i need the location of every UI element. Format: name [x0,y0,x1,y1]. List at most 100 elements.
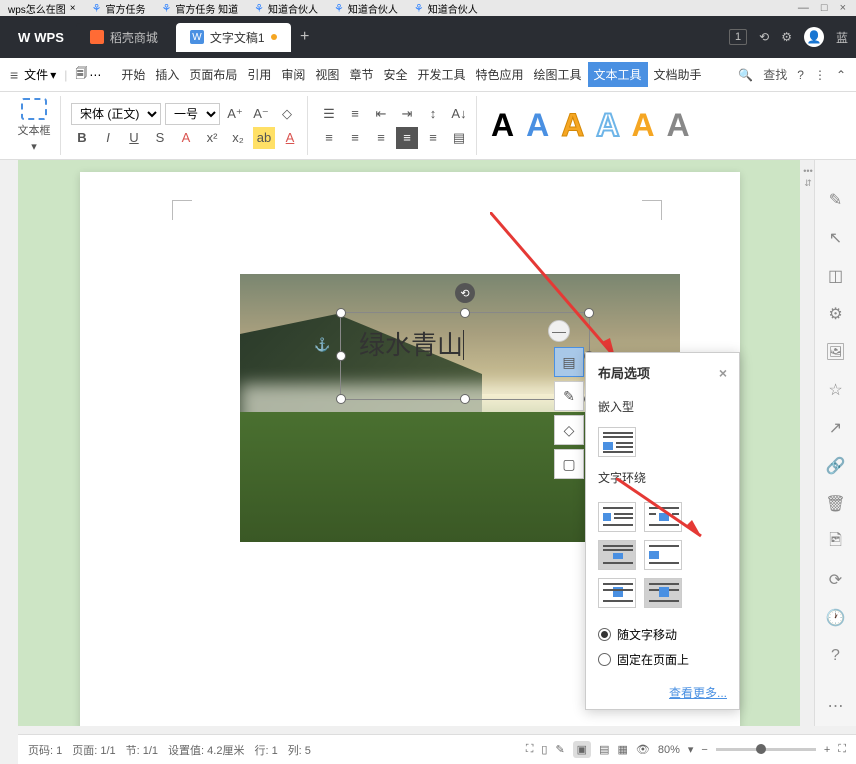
menu-text-tools[interactable]: 文本工具 [588,62,648,87]
close-button[interactable]: × [840,2,846,14]
indent-right-button[interactable]: ⇥ [396,103,418,125]
menu-start[interactable]: 开始 [117,62,149,87]
wordart-style-6[interactable]: A [667,107,690,144]
see-more-link[interactable]: 查看更多... [586,676,739,709]
maximize-button[interactable]: □ [821,2,828,14]
zoom-slider[interactable] [716,748,816,751]
file-menu[interactable]: 文件▾ [24,66,56,83]
wrap-square-option[interactable] [598,502,636,532]
shape-outline-button[interactable]: ▢ [554,449,584,479]
more-icon[interactable]: ⋯ [89,68,101,82]
menu-reference[interactable]: 引用 [243,62,275,87]
wordart-style-1[interactable]: A [491,107,514,144]
wrap-inline-option[interactable] [598,427,636,457]
select-icon[interactable]: ↖ [826,228,846,248]
columns-button[interactable]: ▤ [448,127,470,149]
wrap-topbottom-option[interactable] [644,540,682,570]
fixed-position-radio[interactable]: 固定在页面上 [598,651,727,668]
wrap-tight-option[interactable] [644,502,682,532]
spacing-button[interactable]: ↕ [422,103,444,125]
zoom-level[interactable]: 80% [658,744,680,756]
menu-section[interactable]: 章节 [345,62,377,87]
minimize-button[interactable]: — [798,2,809,14]
strikethrough-button[interactable]: S [149,127,171,149]
wordart-style-4[interactable]: A [596,107,619,144]
settings-tool-icon[interactable]: ⚙ [826,304,846,324]
menu-review[interactable]: 审阅 [277,62,309,87]
image-icon[interactable]: 🖻 [826,532,846,552]
distribute-button[interactable]: ≡ [422,127,444,149]
wrap-behind-option[interactable] [598,578,636,608]
document-canvas[interactable]: ⚓ ⟲ 绿水青山 — ▤ ✎ ◇ ▢ 布局选项 × 嵌入型 [18,160,800,726]
font-color-button[interactable]: A [279,127,301,149]
refresh-icon[interactable]: ⟳ [826,570,846,590]
layout-options-button[interactable]: ▤ [554,347,584,377]
format-painter-button[interactable]: ✎ [554,381,584,411]
eye-icon[interactable]: 👁 [636,743,650,756]
save-icon[interactable]: 🗐 [75,64,87,85]
menu-draw[interactable]: 绘图工具 [530,62,586,87]
rotate-handle[interactable]: ⟲ [455,283,475,303]
help-icon[interactable]: ? [797,68,804,82]
more-menu-icon[interactable]: ⋮ [814,68,826,82]
settings-icon[interactable]: ⚙ [781,30,792,44]
history-icon[interactable]: 🕐 [826,608,846,628]
menu-dev[interactable]: 开发工具 [413,62,469,87]
gallery-icon[interactable]: 🖼 [826,342,846,362]
web-layout-icon[interactable]: ▦ [617,743,627,756]
browser-tab[interactable]: wps怎么在图× [0,1,84,16]
menu-special[interactable]: 特色应用 [471,62,527,87]
share-icon[interactable]: ↗ [826,418,846,438]
highlight-button[interactable]: ab [253,127,275,149]
menu-security[interactable]: 安全 [379,62,411,87]
resize-handle[interactable] [460,308,470,318]
browser-tab[interactable]: ⚘知道合伙人 [326,1,406,16]
align-left-button[interactable]: ≡ [318,127,340,149]
resize-handle[interactable] [336,308,346,318]
new-tab-button[interactable]: + [293,25,317,49]
resize-handle[interactable] [460,394,470,404]
numbering-button[interactable]: ≡ [344,103,366,125]
link-icon[interactable]: 🔗 [826,456,846,476]
align-justify-button[interactable]: ≡ [396,127,418,149]
wordart-gallery[interactable]: A A A A A A [481,96,700,155]
underline-button[interactable]: U [123,127,145,149]
textbox-button[interactable]: 文本框▾ [14,98,54,153]
hamburger-icon[interactable]: ≡ [10,67,18,83]
increase-size-button[interactable]: A⁺ [224,103,246,125]
panel-close-button[interactable]: × [719,365,727,381]
indent-left-button[interactable]: ⇤ [370,103,392,125]
wordart-style-2[interactable]: A [526,107,549,144]
user-avatar[interactable]: 👤 [804,27,824,47]
font-effect-button[interactable]: A [175,127,197,149]
menu-insert[interactable]: 插入 [151,62,183,87]
print-layout-icon[interactable]: ▣ [573,741,591,758]
edit-mode-icon[interactable]: ✎ [555,743,564,756]
collapse-ribbon-icon[interactable]: ⌃ [836,68,846,82]
zoom-out-button[interactable]: − [701,744,707,756]
italic-button[interactable]: I [97,127,119,149]
bullets-button[interactable]: ☰ [318,103,340,125]
clear-format-button[interactable]: ◇ [276,103,298,125]
wordart-style-3[interactable]: A [561,107,584,144]
shape-icon[interactable]: ◫ [826,266,846,286]
browser-tab[interactable]: ⚘官方任务 [84,1,154,16]
align-center-button[interactable]: ≡ [344,127,366,149]
resize-handle[interactable] [336,394,346,404]
wordart-style-5[interactable]: A [631,107,654,144]
pencil-icon[interactable]: ✎ [826,190,846,210]
text-content[interactable]: 绿水青山 [359,330,463,360]
status-page[interactable]: 页面: 1/1 [72,742,115,758]
menu-layout[interactable]: 页面布局 [185,62,241,87]
decrease-size-button[interactable]: A⁻ [250,103,272,125]
text-direction-button[interactable]: A↓ [448,103,470,125]
reading-view-icon[interactable]: ▯ [541,743,547,756]
wrap-through-option[interactable] [598,540,636,570]
bold-button[interactable]: B [71,127,93,149]
search-label[interactable]: 查找 [763,66,787,83]
search-icon[interactable]: 🔍 [738,68,753,82]
browser-tab[interactable]: ⚘知道合伙人 [406,1,486,16]
align-right-button[interactable]: ≡ [370,127,392,149]
resize-handle[interactable] [336,351,346,361]
star-icon[interactable]: ☆ [826,380,846,400]
